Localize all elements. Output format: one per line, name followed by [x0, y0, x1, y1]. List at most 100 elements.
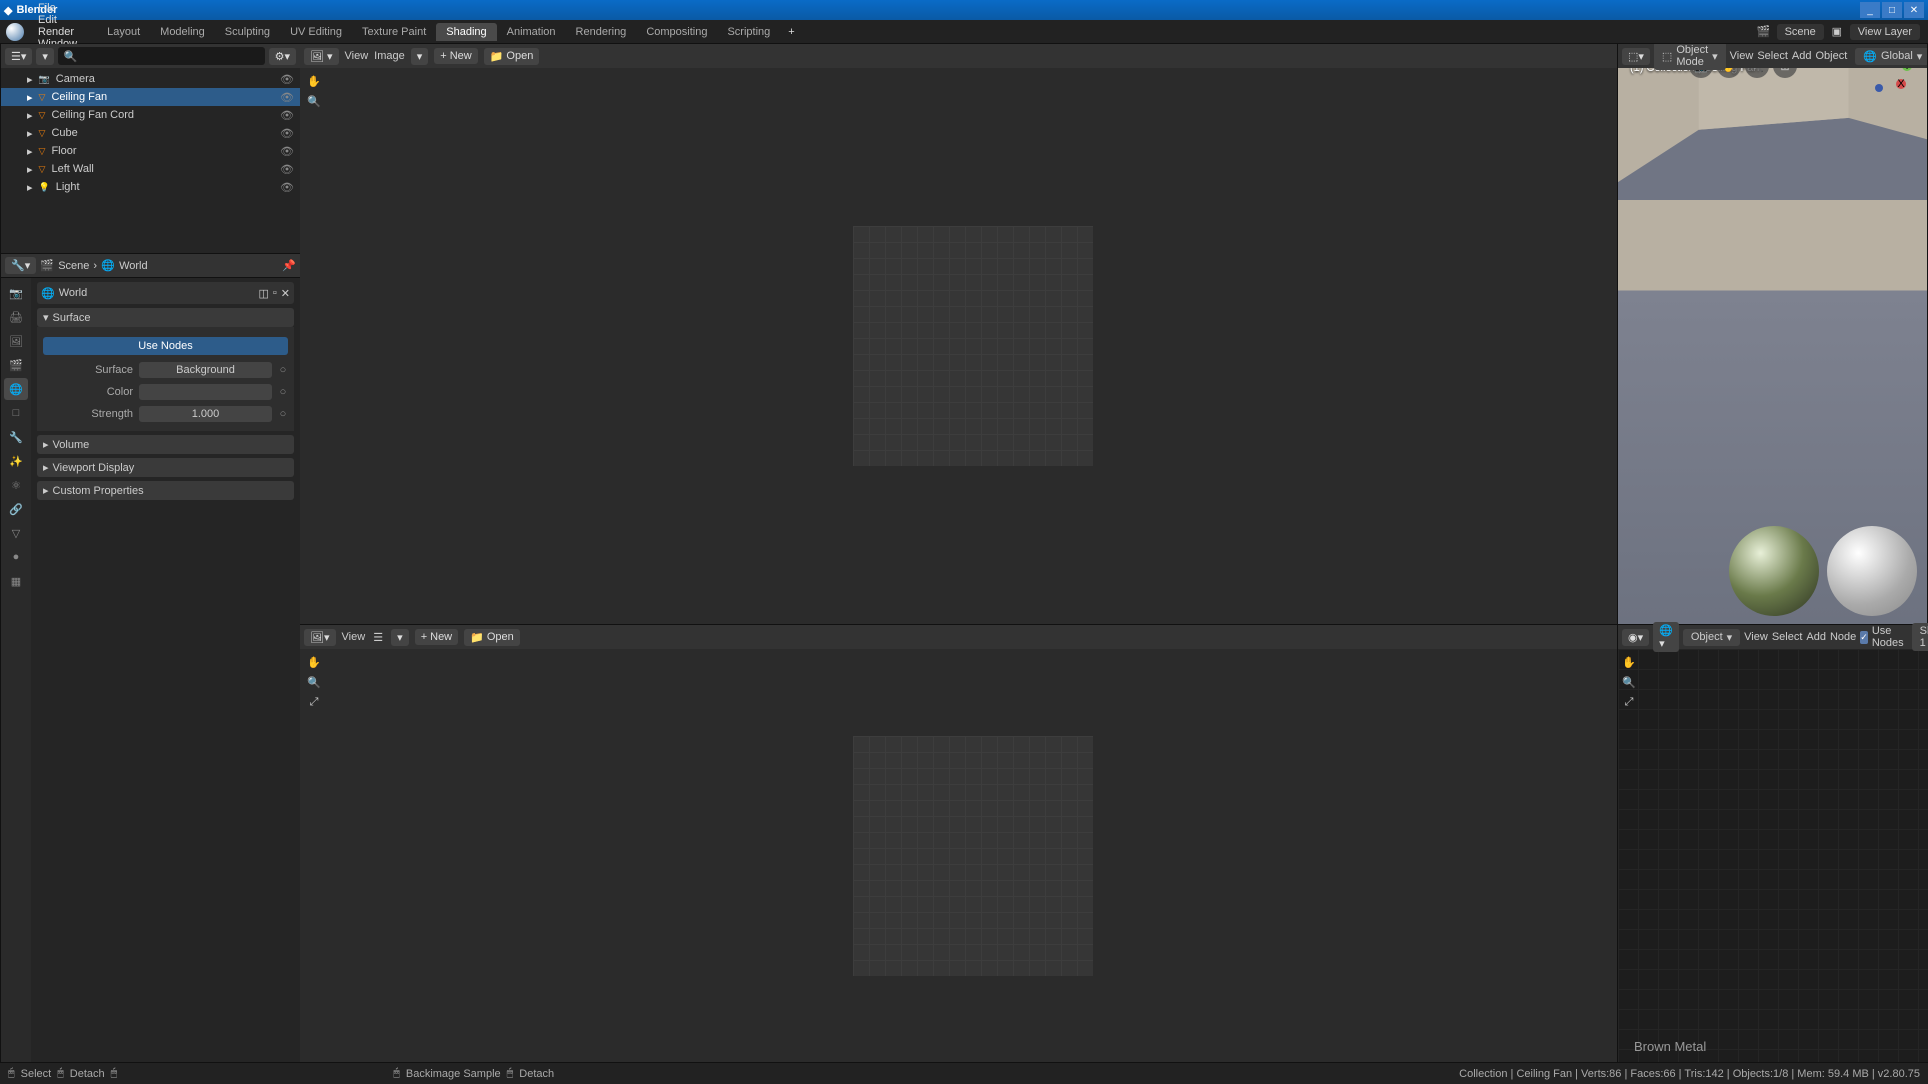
close-button[interactable]: ✕ — [1904, 2, 1924, 18]
new-image-button[interactable]: + New — [415, 629, 458, 645]
modifier-tab[interactable]: 🔧 — [4, 426, 28, 448]
socket-icon[interactable]: ○ — [278, 408, 288, 420]
editor-type-button[interactable]: 🖼▾ — [304, 48, 339, 65]
open-image-button[interactable]: 📁 Open — [484, 48, 540, 65]
socket-icon[interactable]: ○ — [278, 364, 288, 376]
workspace-tab-modeling[interactable]: Modeling — [150, 23, 215, 41]
scene-tab[interactable]: 🎬 — [4, 354, 28, 376]
vp-select-menu[interactable]: Select — [1757, 50, 1788, 62]
ie-view-menu[interactable]: View — [342, 631, 366, 643]
workspace-tab-uv-editing[interactable]: UV Editing — [280, 23, 352, 41]
outliner-item-camera[interactable]: ▸ 📷 Camera👁 — [1, 70, 300, 88]
physics-tab[interactable]: ⚛ — [4, 474, 28, 496]
texture-tab[interactable]: ▦ — [4, 570, 28, 592]
surface-panel-header[interactable]: ▾ Surface — [37, 308, 294, 327]
use-nodes-button[interactable]: Use Nodes — [43, 337, 288, 355]
ie-view-menu[interactable]: View — [345, 50, 369, 62]
object-mode[interactable]: Object ▾ — [1683, 629, 1740, 646]
menu-edit[interactable]: Edit — [30, 14, 85, 26]
disclosure-icon[interactable]: ▸ — [27, 73, 33, 86]
image-dropdown[interactable]: ▾ — [411, 48, 429, 65]
world-tab[interactable]: 🌐 — [4, 378, 28, 400]
mode-select[interactable]: ⬚Object Mode ▾ — [1654, 44, 1726, 70]
ne-view-menu[interactable]: View — [1744, 631, 1768, 643]
pan-icon[interactable]: ✋ — [307, 74, 321, 88]
orientation-select[interactable]: 🌐 Global ▾ — [1855, 48, 1928, 65]
new-button-icon[interactable]: ◫ — [258, 287, 268, 300]
disclosure-icon[interactable]: ▸ — [27, 91, 33, 104]
viewport-canvas[interactable]: ✛ ☀ — [1618, 68, 1927, 624]
add-workspace-button[interactable]: + — [780, 20, 802, 43]
new-image-button[interactable]: + New — [434, 48, 477, 64]
visibility-toggle[interactable]: 👁 — [280, 109, 294, 122]
workspace-tab-scripting[interactable]: Scripting — [717, 23, 780, 41]
vp-add-menu[interactable]: Add — [1792, 50, 1812, 62]
mesh-tab[interactable]: ▽ — [4, 522, 28, 544]
outliner-search[interactable]: 🔍 — [58, 47, 265, 65]
outliner-item-light[interactable]: ▸ 💡 Light👁 — [1, 178, 300, 196]
ne-add-menu[interactable]: Add — [1806, 631, 1826, 643]
disclosure-icon[interactable]: ▸ — [27, 127, 33, 140]
visibility-toggle[interactable]: 👁 — [280, 91, 294, 104]
node-canvas[interactable]: ✋ 🔍 ⤢ ▾ Principled BSDF GGX▾ Christensen… — [1618, 649, 1928, 1062]
zoom-icon[interactable]: 🔍 — [307, 94, 321, 108]
editor-type-button[interactable]: ☰▾ — [5, 48, 32, 65]
use-nodes-checkbox[interactable]: ✓ — [1860, 631, 1868, 644]
workspace-tab-animation[interactable]: Animation — [497, 23, 566, 41]
outliner-item-floor[interactable]: ▸ ▽ Floor👁 — [1, 142, 300, 160]
image-canvas[interactable] — [853, 736, 1093, 976]
workspace-tab-compositing[interactable]: Compositing — [636, 23, 717, 41]
slot-select[interactable]: Slot 1 ▾ — [1912, 623, 1928, 651]
volume-panel-header[interactable]: ▸ Volume — [37, 435, 294, 454]
workspace-tab-sculpting[interactable]: Sculpting — [215, 23, 280, 41]
world-datablock[interactable]: 🌐 World ◫ ▫ ✕ — [37, 282, 294, 304]
viewlayer-field[interactable]: View Layer — [1850, 24, 1920, 40]
minimize-button[interactable]: _ — [1860, 2, 1880, 18]
editor-type-button[interactable]: ⬚▾ — [1622, 48, 1650, 65]
menu-icon[interactable]: ☰ — [371, 630, 385, 644]
scene-field[interactable]: Scene — [1777, 24, 1824, 40]
particle-tab[interactable]: ✨ — [4, 450, 28, 472]
vp-view-menu[interactable]: View — [1730, 50, 1754, 62]
breadcrumb-scene[interactable]: Scene — [58, 260, 89, 272]
object-tab[interactable]: □ — [4, 402, 28, 424]
image-canvas[interactable] — [853, 226, 1093, 466]
visibility-toggle[interactable]: 👁 — [280, 181, 294, 194]
zoom-icon[interactable]: 🔍 — [307, 675, 321, 689]
custom-props-panel-header[interactable]: ▸ Custom Properties — [37, 481, 294, 500]
open-image-button[interactable]: 📁 Open — [464, 629, 520, 646]
ne-select-menu[interactable]: Select — [1772, 631, 1803, 643]
outliner-item-ceiling-fan-cord[interactable]: ▸ ▽ Ceiling Fan Cord👁 — [1, 106, 300, 124]
render-tab[interactable]: 📷 — [4, 282, 28, 304]
surface-type-field[interactable]: Background — [139, 362, 272, 378]
zoom-icon[interactable]: 🔍 — [1622, 675, 1636, 689]
material-tab[interactable]: ● — [4, 546, 28, 568]
visibility-toggle[interactable]: 👁 — [280, 145, 294, 158]
display-mode[interactable]: ▾ — [36, 48, 54, 65]
3d-viewport[interactable]: ⬚▾ ⬚Object Mode ▾ View Select Add Object… — [1618, 44, 1928, 624]
visibility-toggle[interactable]: 👁 — [280, 127, 294, 140]
pan-icon[interactable]: ✋ — [1622, 655, 1636, 669]
workspace-tab-shading[interactable]: Shading — [436, 23, 496, 41]
outliner-item-cube[interactable]: ▸ ▽ Cube👁 — [1, 124, 300, 142]
socket-icon[interactable]: ○ — [278, 386, 288, 398]
maximize-button[interactable]: □ — [1882, 2, 1902, 18]
editor-type-button[interactable]: ◉▾ — [1622, 629, 1649, 646]
workspace-tab-texture-paint[interactable]: Texture Paint — [352, 23, 436, 41]
menu-file[interactable]: File — [30, 2, 85, 14]
outliner-item-ceiling-fan[interactable]: ▸ ▽ Ceiling Fan👁 — [1, 88, 300, 106]
ne-node-menu[interactable]: Node — [1830, 631, 1856, 643]
outliner-item-left-wall[interactable]: ▸ ▽ Left Wall👁 — [1, 160, 300, 178]
visibility-toggle[interactable]: 👁 — [280, 73, 294, 86]
expand-icon[interactable]: ⤢ — [1622, 695, 1636, 709]
search-input[interactable] — [78, 50, 259, 62]
visibility-toggle[interactable]: 👁 — [280, 163, 294, 176]
copy-button-icon[interactable]: ▫ — [273, 287, 277, 299]
vp-object-menu[interactable]: Object — [1815, 50, 1847, 62]
workspace-tab-rendering[interactable]: Rendering — [566, 23, 637, 41]
disclosure-icon[interactable]: ▸ — [27, 109, 33, 122]
ie-image-menu[interactable]: Image — [374, 50, 405, 62]
strength-field[interactable]: 1.000 — [139, 406, 272, 422]
filter-button[interactable]: ⚙▾ — [269, 48, 296, 65]
breadcrumb-world[interactable]: World — [119, 260, 148, 272]
